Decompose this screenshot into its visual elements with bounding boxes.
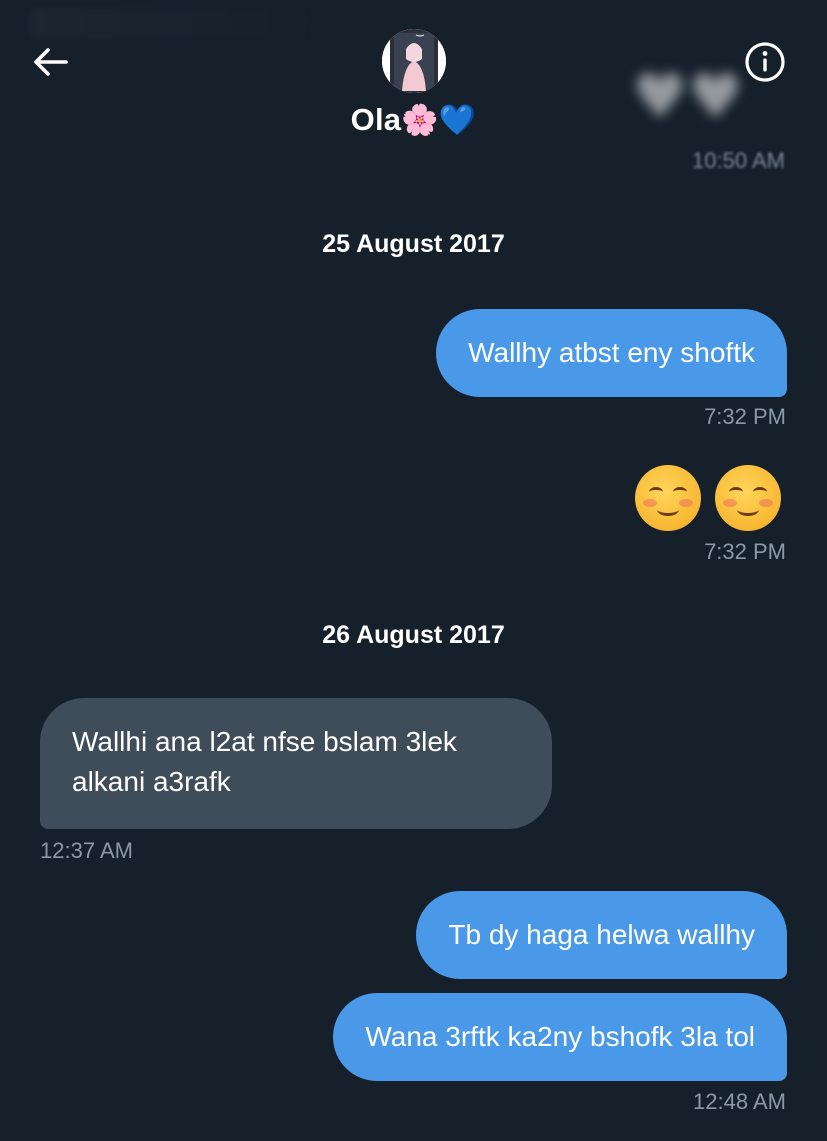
conversation-info-button[interactable] — [743, 40, 787, 84]
contact-name-emojis: 🌸💙 — [401, 103, 477, 138]
info-circle-icon — [745, 42, 785, 82]
message-timestamp: 12:48 AM — [693, 1089, 786, 1114]
back-button[interactable] — [28, 40, 72, 84]
status-bar-fade — [30, 8, 330, 38]
message-text: Wallhi ana l2at nfse bslam 3lek alkani a… — [72, 726, 457, 797]
avatar-image — [382, 29, 446, 93]
previous-message-time: 10:50 AM — [692, 148, 785, 173]
smiling-face-icon — [715, 465, 781, 531]
message-text: Wallhy atbst eny shoftk — [468, 337, 755, 368]
smiling-face-icon — [635, 465, 701, 531]
message-timestamp: 12:37 AM — [40, 838, 133, 863]
message-text: Wana 3rftk ka2ny bshofk 3la tol — [365, 1021, 755, 1052]
sent-message[interactable]: Wana 3rftk ka2ny bshofk 3la tol — [333, 993, 787, 1081]
date-separator: 26 August 2017 — [322, 621, 505, 649]
message-text: Tb dy haga helwa wallhy — [448, 919, 755, 950]
avatar[interactable] — [382, 29, 446, 93]
sent-message[interactable]: Wallhy atbst eny shoftk — [436, 309, 787, 397]
sent-emoji-message[interactable] — [635, 465, 781, 531]
message-timestamp: 7:32 PM — [704, 404, 786, 429]
received-message[interactable]: Wallhi ana l2at nfse bslam 3lek alkani a… — [40, 698, 552, 829]
contact-name-row[interactable]: Ola🌸💙 — [0, 102, 827, 138]
arrow-left-icon — [34, 48, 68, 76]
date-separator: 25 August 2017 — [322, 230, 505, 258]
contact-name: Ola — [350, 102, 402, 137]
message-timestamp: 7:32 PM — [704, 539, 786, 564]
sent-message[interactable]: Tb dy haga helwa wallhy — [416, 891, 787, 979]
dm-conversation-screen: ♥♥ 10:50 AM Ola🌸💙 25 August 2017 Wallhy … — [0, 0, 827, 1141]
